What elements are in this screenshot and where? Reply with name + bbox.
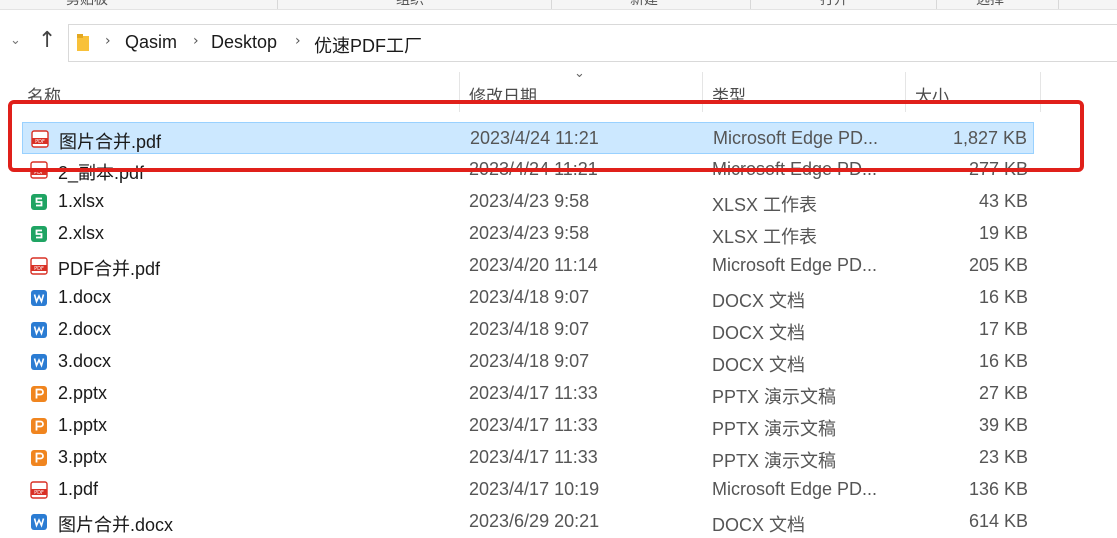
file-row[interactable]: 1.pptx 2023/4/17 11:33 PPTX 演示文稿 39 KB (22, 410, 1034, 442)
ribbon-group-select[interactable]: 选择 (976, 0, 1004, 9)
presentation-icon (30, 417, 48, 435)
breadcrumb-separator-icon[interactable]: › (295, 33, 301, 49)
file-type: PPTX 演示文稿 (712, 451, 837, 471)
folder-icon (77, 34, 89, 51)
file-row[interactable]: 2.docx 2023/4/18 9:07 DOCX 文档 17 KB (22, 314, 1034, 346)
navigation-bar: ⌄ ↑ › Qasim › Desktop › 优速PDF工厂 (0, 24, 1117, 62)
ribbon-separator (551, 0, 552, 9)
file-size: 16 KB (978, 351, 1028, 371)
file-type: DOCX 文档 (712, 355, 806, 375)
breadcrumb-desktop[interactable]: Desktop (211, 32, 277, 53)
breadcrumb-user-folder[interactable]: Qasim (125, 32, 177, 53)
file-name: 图片合并.docx (58, 515, 174, 535)
file-type: DOCX 文档 (712, 291, 806, 311)
file-name: 2.xlsx (58, 223, 105, 243)
file-modified-date: 2023/4/17 11:33 (469, 415, 598, 435)
file-type: DOCX 文档 (712, 515, 806, 535)
recent-locations-chevron-icon[interactable]: ⌄ (10, 33, 21, 48)
file-size: 136 KB (968, 479, 1028, 499)
presentation-icon (30, 449, 48, 467)
file-type: PPTX 演示文稿 (712, 387, 837, 407)
file-type: Microsoft Edge PD... (712, 479, 878, 499)
file-size: 27 KB (978, 383, 1028, 403)
file-size: 614 KB (968, 511, 1028, 531)
pdf-icon: PDF (30, 481, 48, 499)
file-modified-date: 2023/4/18 9:07 (469, 319, 590, 339)
ribbon-separator (1058, 0, 1059, 9)
file-row[interactable]: 1.xlsx 2023/4/23 9:58 XLSX 工作表 43 KB (22, 186, 1034, 218)
file-type: PPTX 演示文稿 (712, 419, 837, 439)
file-row[interactable]: PDF PDF合并.pdf 2023/4/20 11:14 Microsoft Edg… (22, 250, 1034, 282)
word-icon (30, 353, 48, 371)
address-bar[interactable]: › Qasim › Desktop › 优速PDF工厂 (68, 24, 1117, 62)
file-name: 2.docx (58, 319, 112, 339)
file-modified-date: 2023/4/20 11:14 (469, 255, 598, 275)
file-modified-date: 2023/4/23 9:58 (469, 191, 590, 211)
file-row[interactable]: 2.pptx 2023/4/17 11:33 PPTX 演示文稿 27 KB (22, 378, 1034, 410)
file-row[interactable]: 1.docx 2023/4/18 9:07 DOCX 文档 16 KB (22, 282, 1034, 314)
file-name: PDF合并.pdf (58, 259, 161, 279)
file-modified-date: 2023/4/18 9:07 (469, 287, 590, 307)
file-size: 205 KB (968, 255, 1028, 275)
spreadsheet-icon (30, 225, 48, 243)
file-name: 1.pdf (58, 479, 99, 499)
file-name: 2.pptx (58, 383, 108, 403)
svg-text:PDF: PDF (34, 490, 44, 496)
file-name: 3.docx (58, 351, 112, 371)
ribbon-group-new[interactable]: 新建 (630, 0, 658, 9)
file-modified-date: 2023/6/29 20:21 (469, 511, 600, 531)
breadcrumb-separator-icon[interactable]: › (193, 33, 199, 49)
file-modified-date: 2023/4/18 9:07 (469, 351, 590, 371)
file-size: 39 KB (978, 415, 1028, 435)
file-size: 43 KB (978, 191, 1028, 211)
file-row[interactable]: PDF 1.pdf 2023/4/17 10:19 Microsoft Edge PD… (22, 474, 1034, 506)
file-type: XLSX 工作表 (712, 227, 818, 247)
word-icon (30, 513, 48, 531)
ribbon-group-organize[interactable]: 组织 (396, 0, 424, 9)
file-type: XLSX 工作表 (712, 195, 818, 215)
file-modified-date: 2023/4/23 9:58 (469, 223, 590, 243)
breadcrumb-separator-icon[interactable]: › (105, 33, 111, 49)
file-size: 19 KB (978, 223, 1028, 243)
file-name: 3.pptx (58, 447, 108, 467)
file-modified-date: 2023/4/17 10:19 (469, 479, 600, 499)
presentation-icon (30, 385, 48, 403)
file-type: DOCX 文档 (712, 323, 806, 343)
ribbon-group-open[interactable]: 打开 (820, 0, 848, 9)
word-icon (30, 321, 48, 339)
file-name: 1.xlsx (58, 191, 105, 211)
ribbon-separator (936, 0, 937, 9)
file-row[interactable]: 3.docx 2023/4/18 9:07 DOCX 文档 16 KB (22, 346, 1034, 378)
up-arrow-icon[interactable]: ↑ (38, 28, 56, 53)
file-modified-date: 2023/4/17 11:33 (469, 383, 598, 403)
word-icon (30, 289, 48, 307)
ribbon-separator (750, 0, 751, 9)
spreadsheet-icon (30, 193, 48, 211)
file-row[interactable]: 图片合并.docx 2023/6/29 20:21 DOCX 文档 614 KB (22, 506, 1034, 538)
file-row[interactable]: 2.xlsx 2023/4/23 9:58 XLSX 工作表 19 KB (22, 218, 1034, 250)
ribbon-group-clipboard[interactable]: 剪贴板 (66, 0, 108, 9)
file-size: 16 KB (978, 287, 1028, 307)
file-name: 1.docx (58, 287, 112, 307)
file-modified-date: 2023/4/17 11:33 (469, 447, 598, 467)
file-size: 23 KB (978, 447, 1028, 467)
ribbon-strip: 剪贴板 组织 新建 打开 选择 (0, 0, 1117, 10)
svg-text:PDF: PDF (34, 266, 44, 272)
file-row[interactable]: 3.pptx 2023/4/17 11:33 PPTX 演示文稿 23 KB (22, 442, 1034, 474)
breadcrumb-current-folder[interactable]: 优速PDF工厂 (314, 32, 422, 58)
file-type: Microsoft Edge PD... (712, 255, 878, 275)
ribbon-separator (277, 0, 278, 9)
file-size: 17 KB (978, 319, 1028, 339)
selection-highlight-box (8, 100, 1084, 172)
file-name: 1.pptx (58, 415, 108, 435)
pdf-icon: PDF (30, 257, 48, 275)
